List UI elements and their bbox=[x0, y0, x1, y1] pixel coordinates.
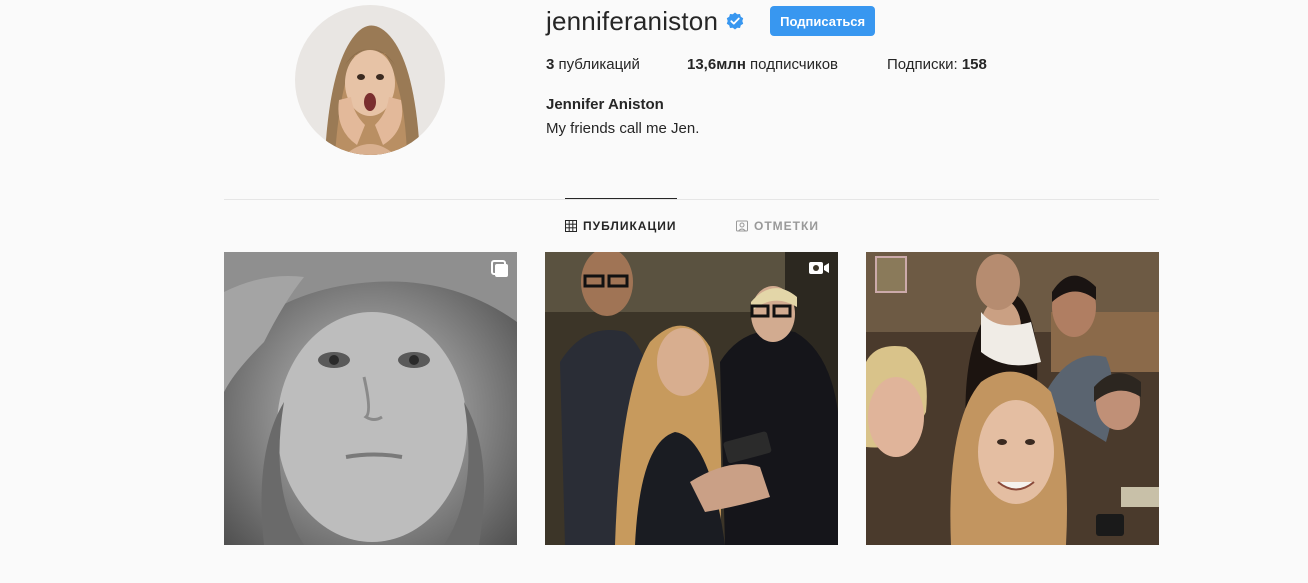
active-tab-indicator bbox=[565, 198, 677, 199]
post-tile[interactable] bbox=[224, 252, 517, 545]
username: jenniferaniston bbox=[546, 5, 719, 36]
bio: My friends call me Jen. bbox=[546, 120, 700, 137]
post-image bbox=[224, 252, 517, 545]
post-image bbox=[545, 252, 838, 545]
full-name: Jennifer Aniston bbox=[546, 96, 664, 113]
tab-posts[interactable]: ПУБЛИКАЦИИ bbox=[565, 218, 676, 234]
tab-tagged[interactable]: ОТМЕТКИ bbox=[736, 218, 819, 234]
post-tile[interactable] bbox=[545, 252, 838, 545]
post-tile[interactable] bbox=[866, 252, 1159, 545]
follow-button[interactable]: Подписаться bbox=[770, 6, 876, 36]
following-count: 158 bbox=[961, 56, 987, 73]
profile-avatar[interactable] bbox=[295, 5, 445, 155]
video-icon bbox=[809, 262, 829, 274]
followers-label: подписчиков bbox=[745, 56, 839, 73]
grid-icon bbox=[565, 220, 577, 232]
posts-label: публикаций bbox=[554, 56, 640, 73]
multiple-photos-icon bbox=[491, 260, 508, 277]
following-label: Подписки: bbox=[887, 56, 962, 73]
tabs-divider bbox=[224, 199, 1159, 200]
followers-count: 13,6млн bbox=[687, 56, 746, 73]
tab-posts-label: ПУБЛИКАЦИИ bbox=[583, 219, 677, 233]
verified-badge-icon bbox=[726, 12, 744, 30]
stat-posts: 3 публикаций bbox=[546, 56, 640, 73]
avatar-image bbox=[295, 5, 445, 155]
username-row: jenniferaniston Подписаться bbox=[546, 4, 876, 38]
stat-followers[interactable]: 13,6млн подписчиков bbox=[687, 56, 838, 73]
tab-tagged-label: ОТМЕТКИ bbox=[754, 219, 819, 233]
tagged-icon bbox=[736, 220, 748, 232]
post-image bbox=[866, 252, 1159, 545]
stat-following[interactable]: Подписки: 158 bbox=[887, 56, 987, 73]
